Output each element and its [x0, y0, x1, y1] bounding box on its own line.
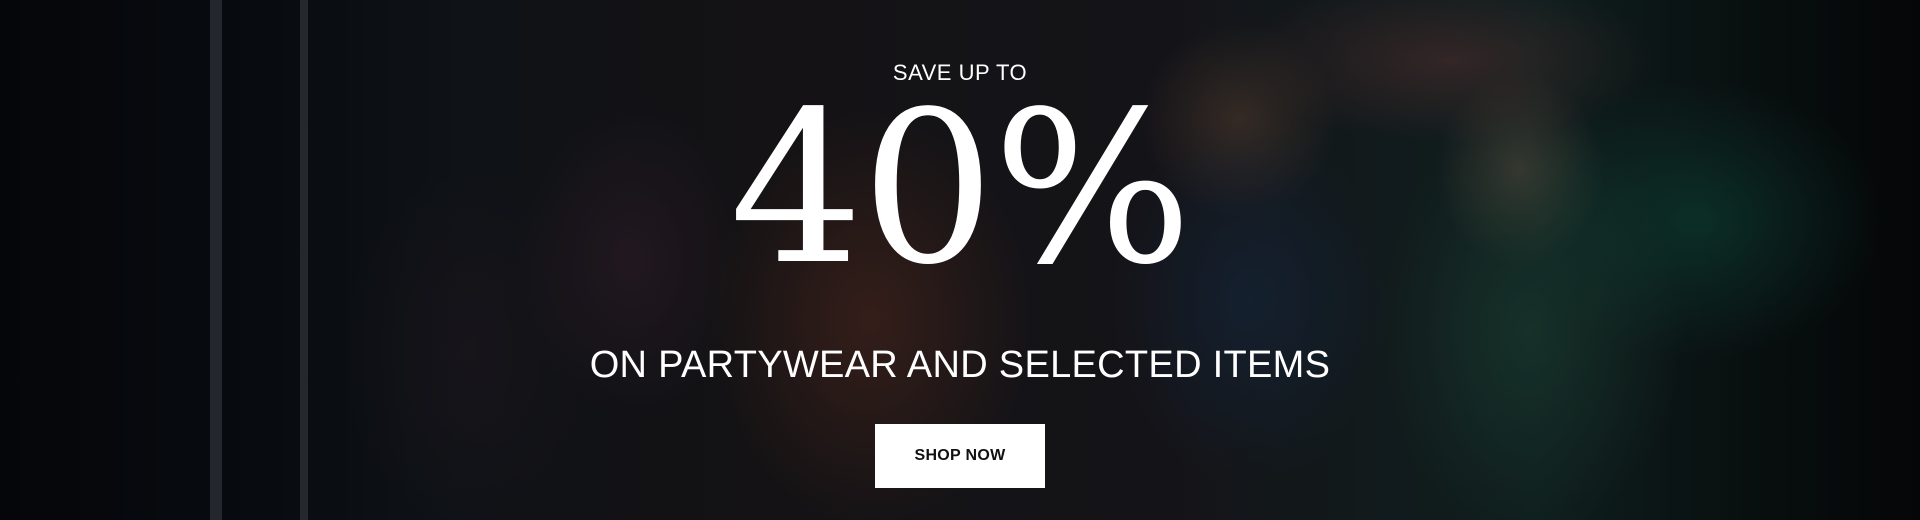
promo-banner[interactable]: SAVE UP TO 40% ON PARTYWEAR AND SELECTED…	[0, 0, 1920, 520]
shop-now-button[interactable]: SHOP NOW	[875, 424, 1045, 488]
promo-headline: 40%	[729, 66, 1193, 311]
promo-subline: ON PARTYWEAR AND SELECTED ITEMS	[589, 344, 1331, 386]
promo-content: SAVE UP TO 40% ON PARTYWEAR AND SELECTED…	[0, 0, 1920, 520]
